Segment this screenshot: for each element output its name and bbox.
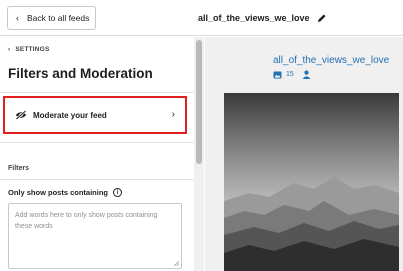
breadcrumb[interactable]: ‹ SETTINGS [8,46,49,53]
settings-sidebar: ‹ SETTINGS Filters and Moderation Modera… [0,37,204,271]
chevron-left-icon: ‹ [8,46,11,53]
filter-field-label: Only show posts containing i [8,188,123,197]
resize-grip-icon[interactable] [174,261,179,266]
preview-account-name[interactable]: all_of_the_views_we_love [273,55,389,66]
filter-field-label-text: Only show posts containing [8,188,109,197]
divider [0,92,194,93]
preview-post-image[interactable] [224,93,399,271]
divider [0,142,194,143]
back-to-feeds-button[interactable]: ‹ Back to all feeds [7,6,96,30]
preview-meta: 15 [273,70,311,79]
user-icon [302,70,311,79]
moderate-feed-button[interactable]: Moderate your feed › [3,96,187,134]
sidebar-scrollbar-thumb[interactable] [196,40,202,164]
image-icon [273,71,282,78]
breadcrumb-label: SETTINGS [15,46,50,53]
chevron-right-icon: › [171,109,175,120]
pencil-icon[interactable] [316,11,329,24]
eye-slash-icon [15,109,27,121]
chevron-left-icon: ‹ [16,12,19,23]
page-title: Filters and Moderation [8,66,153,81]
textarea-placeholder: Add words here to only show posts contai… [15,212,158,230]
feed-title: all_of_the_views_we_love [198,12,310,23]
media-count: 15 [286,71,294,78]
moderate-feed-label: Moderate your feed [33,110,107,120]
feed-title-group: all_of_the_views_we_love [198,11,329,24]
top-bar: ‹ Back to all feeds all_of_the_views_we_… [0,0,403,36]
info-icon[interactable]: i [113,188,123,197]
filters-section-label: Filters [8,165,30,172]
divider [0,179,194,180]
include-words-textarea[interactable]: Add words here to only show posts contai… [8,203,182,269]
back-button-label: Back to all feeds [27,13,90,23]
